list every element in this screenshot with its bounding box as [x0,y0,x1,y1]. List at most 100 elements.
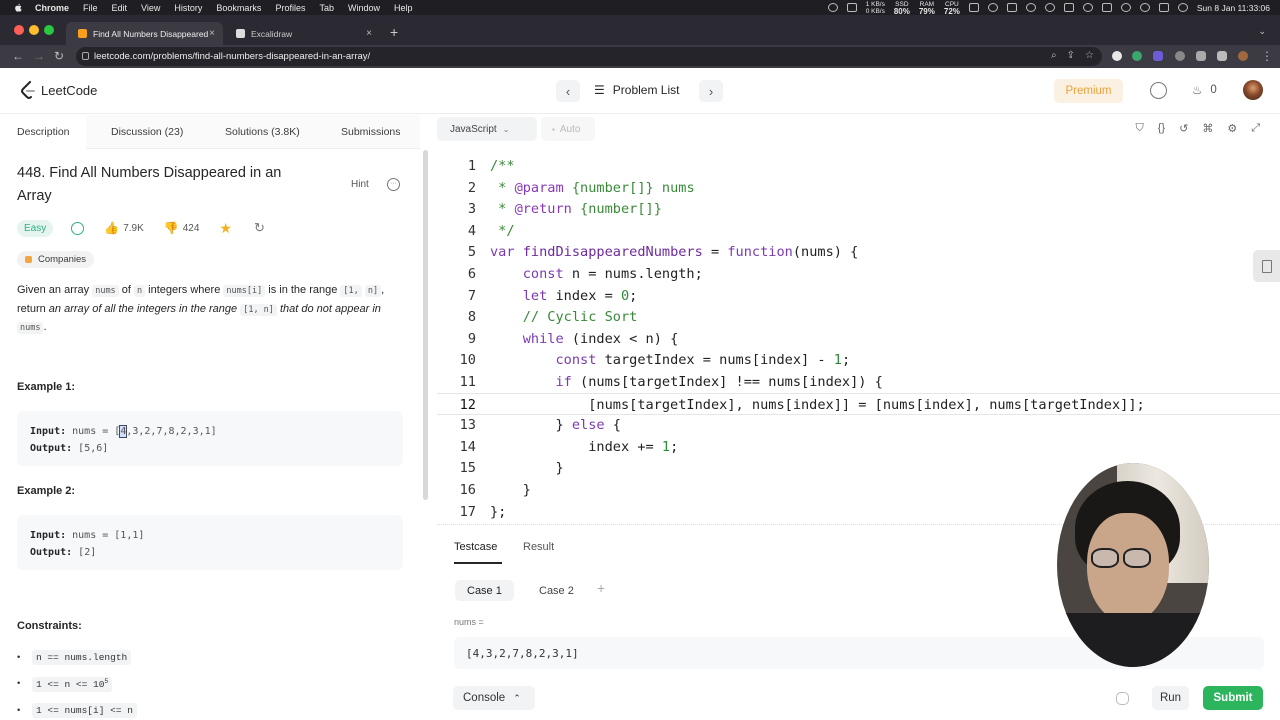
menu-app-name[interactable]: Chrome [35,3,69,13]
premium-button[interactable]: Premium [1054,79,1123,103]
debug-bug-icon[interactable] [1116,692,1129,705]
alarm-clock-icon[interactable] [1150,82,1167,99]
run-button[interactable]: Run [1152,686,1189,710]
code-line[interactable]: 12 [nums[targetIndex], nums[index]] = [n… [437,392,1280,415]
case-1-tab[interactable]: Case 1 [455,580,514,601]
browser-tab-excalidraw[interactable]: Excalidraw × [224,22,380,45]
code-line[interactable]: 8 // Cyclic Sort [437,306,1280,328]
side-notes-button[interactable] [1253,250,1280,282]
leetcode-logo[interactable]: LeetCode [20,81,97,100]
code-line[interactable]: 5 var findDisappearedNumbers = function(n… [437,241,1280,263]
code-line[interactable]: 13 } else { [437,414,1280,436]
siri-icon[interactable] [1177,3,1188,12]
menu-clock[interactable]: Sun 8 Jan 11:33:06 [1197,3,1270,13]
share-refresh-icon[interactable]: ↻ [254,220,265,236]
close-tab-icon[interactable]: × [209,28,215,39]
browser-menu-icon[interactable]: ⋮ [1261,49,1273,63]
submit-button[interactable]: Submit [1203,686,1263,710]
autocomplete-toggle[interactable]: ▪ Auto [541,117,595,141]
tab-submissions[interactable]: Submissions [341,126,401,138]
menu-edit[interactable]: Edit [112,3,128,13]
favorite-star-icon[interactable]: ★ [219,220,232,237]
record-icon[interactable] [1006,3,1017,12]
cpu-indicator[interactable]: CPU 72% [944,1,960,16]
reset-icon[interactable]: ↺ [1179,122,1188,135]
menu-bookmarks[interactable]: Bookmarks [216,3,261,13]
moon-icon[interactable] [1025,3,1036,12]
side-panel-icon[interactable] [1217,51,1227,61]
bookmark-star-icon[interactable]: ☆ [1085,50,1094,61]
minimize-window-button[interactable] [29,25,39,35]
code-line[interactable]: 1 /** [437,155,1280,177]
code-line[interactable]: 4 */ [437,220,1280,242]
bluetooth-icon[interactable] [1082,3,1093,12]
fullscreen-icon[interactable]: ⤢ [1251,122,1260,135]
tab-solutions[interactable]: Solutions (3.8K) [225,126,300,138]
menu-tab[interactable]: Tab [319,3,334,13]
code-line[interactable]: 3 * @return {number[]} [437,198,1280,220]
menu-help[interactable]: Help [394,3,413,13]
reload-icon[interactable]: ↻ [54,49,64,63]
address-bar[interactable]: leetcode.com/problems/find-all-numbers-d… [76,47,1102,66]
code-line[interactable]: 6 const n = nums.length; [437,263,1280,285]
back-arrow-icon[interactable]: ← [12,49,24,63]
code-line[interactable]: 10 const targetIndex = nums[index] - 1; [437,349,1280,371]
profile-avatar-icon[interactable] [1238,51,1248,61]
tab-description[interactable]: Description [17,126,70,138]
focus-icon[interactable] [987,3,998,12]
menu-history[interactable]: History [174,3,202,13]
command-icon[interactable]: ⌘ [1202,122,1213,135]
ssd-indicator[interactable]: SSD 80% [894,1,910,16]
braces-icon[interactable]: {} [1158,122,1165,135]
problem-list-button[interactable]: ☰ Problem List [594,83,679,97]
streak-counter[interactable]: ♨ 0 [1192,83,1217,97]
menu-profiles[interactable]: Profiles [275,3,305,13]
control-center-icon[interactable] [1158,3,1169,12]
tab-testcase[interactable]: Testcase [454,541,497,553]
screenshot-icon[interactable] [968,3,979,12]
app-status-icon[interactable] [846,3,857,12]
prev-problem-button[interactable]: ‹ [556,80,580,102]
close-tab-icon[interactable]: × [366,28,372,39]
menu-view[interactable]: View [141,3,160,13]
next-problem-button[interactable]: › [699,80,723,102]
code-line[interactable]: 9 while (index < n) { [437,328,1280,350]
description-scrollbar[interactable] [423,150,428,500]
menu-window[interactable]: Window [348,3,380,13]
close-window-button[interactable] [14,25,24,35]
cloud-status-icon[interactable] [827,3,838,12]
menu-file[interactable]: File [83,3,98,13]
code-line[interactable]: 2 * @param {number[]} nums [437,177,1280,199]
add-case-icon[interactable]: + [597,580,605,596]
lock-icon[interactable] [82,52,89,60]
extensions-puzzle-icon[interactable] [1196,51,1206,61]
battery-icon[interactable] [1101,3,1112,12]
headphones-icon[interactable] [1044,3,1055,12]
more-options-icon[interactable]: ··· [387,178,400,191]
companies-tag[interactable]: Companies [17,251,95,268]
wifi-icon[interactable] [1120,3,1131,12]
browser-tab-leetcode[interactable]: Find All Numbers Disappeared × [66,22,223,45]
network-indicator[interactable]: 1 KB/s 0 KB/s [866,1,885,15]
code-line[interactable]: 14 index += 1; [437,436,1280,458]
extension-4-icon[interactable] [1175,51,1185,61]
extension-1-icon[interactable] [1112,51,1122,61]
zoom-icon[interactable]: ⌕ [1051,50,1057,61]
new-tab-icon[interactable]: + [390,24,398,40]
thumbs-down-icon[interactable]: 👎 [164,221,179,235]
apple-icon[interactable] [14,3,23,13]
tab-result[interactable]: Result [523,541,554,553]
share-icon[interactable]: ⇪ [1067,50,1075,61]
thumbs-up-icon[interactable]: 👍 [104,221,119,235]
hint-button[interactable]: Hint [351,179,369,190]
console-button[interactable]: Console ⌃ [453,686,535,710]
ram-indicator[interactable]: RAM 79% [919,1,935,16]
case-2-tab[interactable]: Case 2 [527,580,586,601]
maximize-window-button[interactable] [44,25,54,35]
forward-arrow-icon[interactable]: → [33,49,45,63]
user-avatar[interactable] [1243,80,1263,100]
tab-search-chevron-icon[interactable]: ⌄ [1258,26,1266,37]
extension-2-icon[interactable] [1132,51,1142,61]
code-line[interactable]: 7 let index = 0; [437,285,1280,307]
bookmark-icon[interactable]: ⛉ [1135,122,1143,135]
